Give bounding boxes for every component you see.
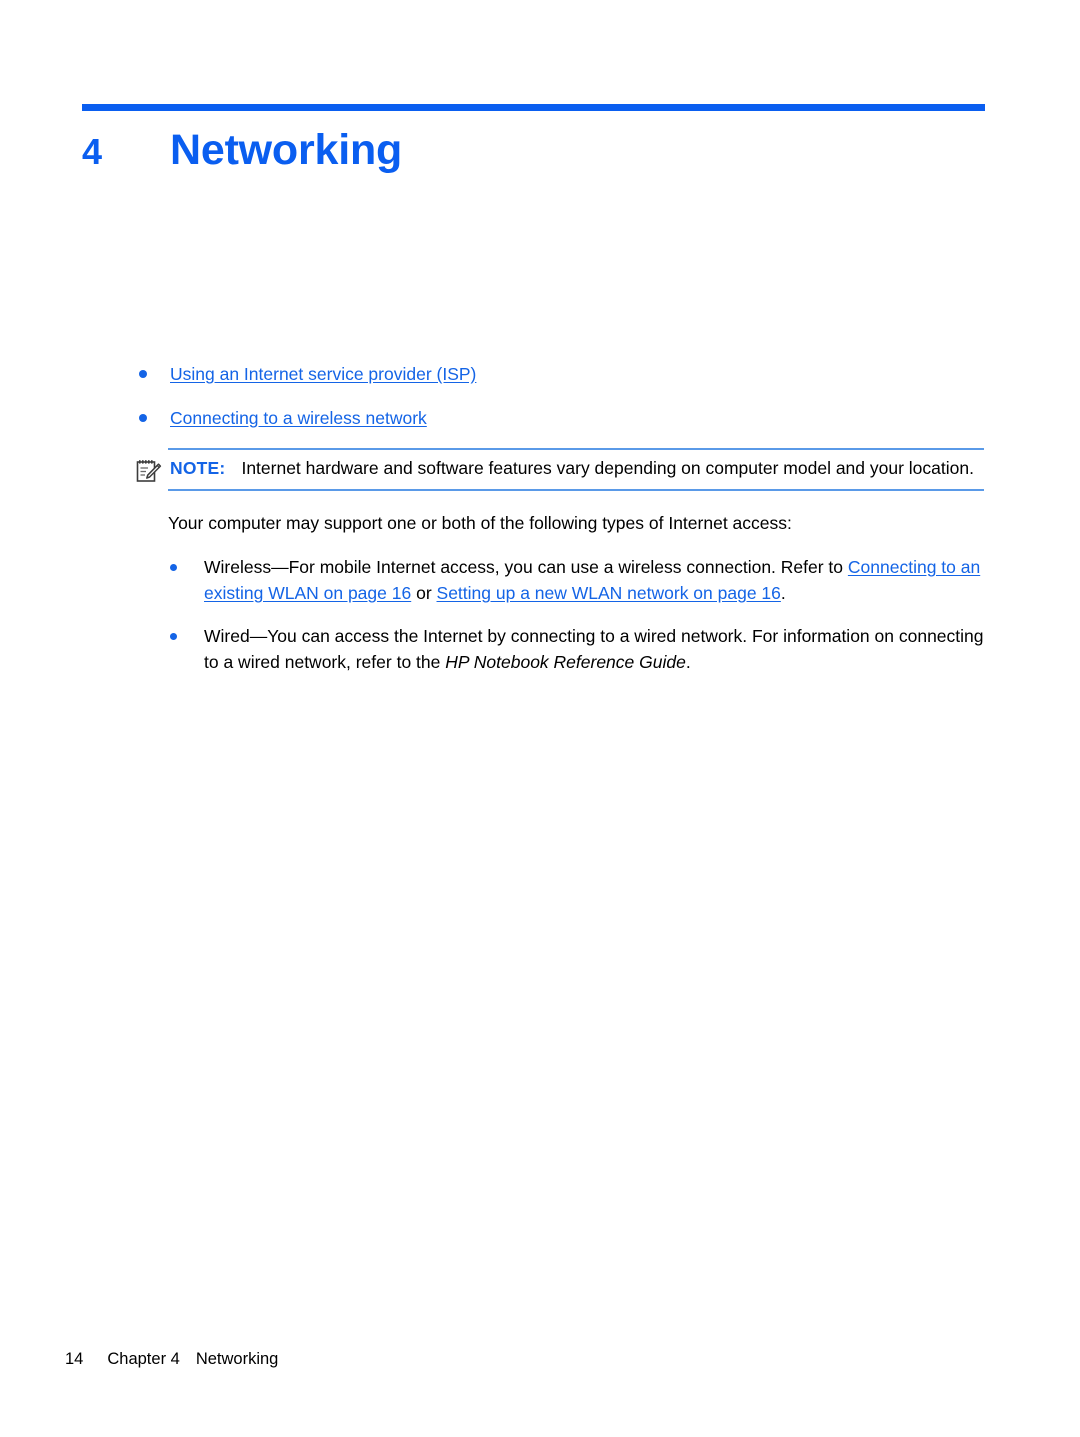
list-item: Connecting to a wireless network: [132, 406, 984, 430]
note-callout: NOTE: Internet hardware and software feat…: [136, 448, 984, 491]
reference-guide-title: HP Notebook Reference Guide: [445, 652, 686, 672]
footer-chapter-title: Networking: [195, 1350, 279, 1368]
page-content: Using an Internet service provider (ISP)…: [132, 362, 984, 675]
chapter-toc-list: Using an Internet service provider (ISP)…: [132, 362, 984, 430]
footer-page-number: 14: [65, 1350, 84, 1368]
chapter-heading-rule: [82, 104, 985, 111]
wired-tail-text: .: [685, 652, 691, 672]
wireless-tail-text: .: [780, 583, 786, 603]
list-item: Wireless—For mobile Internet access, you…: [132, 554, 984, 606]
chapter-heading: 4 Networking: [82, 122, 985, 178]
note-text: Internet hardware and software features …: [241, 458, 974, 478]
page-footer: 14 Chapter 4 Networking: [65, 1348, 985, 1370]
chapter-number: 4: [82, 131, 102, 172]
note-body: NOTE: Internet hardware and software feat…: [168, 456, 984, 481]
footer-chapter-label: Chapter 4: [107, 1350, 180, 1368]
bullet-icon: [139, 370, 147, 378]
note-label: NOTE:: [170, 458, 226, 478]
bullet-icon: [139, 414, 147, 422]
wireless-conjunction: or: [411, 583, 437, 603]
internet-access-types-list: Wireless—For mobile Internet access, you…: [132, 554, 984, 675]
document-page: 4 Networking Using an Internet service p…: [0, 0, 1080, 1437]
note-pencil-icon: [136, 458, 162, 484]
list-item: Using an Internet service provider (ISP): [132, 362, 984, 386]
toc-link-isp[interactable]: Using an Internet service provider (ISP): [170, 364, 476, 384]
bullet-icon: [170, 633, 177, 640]
list-item: Wired—You can access the Internet by con…: [132, 623, 984, 675]
xref-setting-up-new-wlan[interactable]: Setting up a new WLAN network on page 16: [437, 583, 781, 603]
toc-link-wireless-network[interactable]: Connecting to a wireless network: [170, 408, 427, 428]
bullet-icon: [170, 564, 177, 571]
wireless-lead-text: Wireless—For mobile Internet access, you…: [204, 557, 848, 577]
intro-paragraph: Your computer may support one or both of…: [168, 513, 792, 533]
chapter-title: Networking: [170, 126, 403, 174]
